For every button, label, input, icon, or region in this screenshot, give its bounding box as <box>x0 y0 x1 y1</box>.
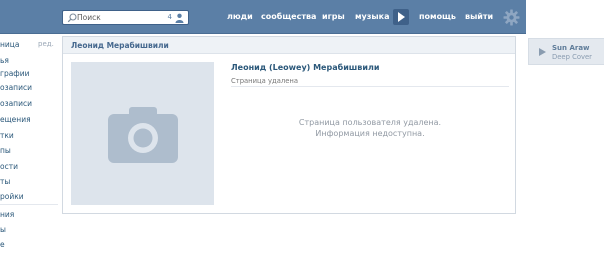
profile-photo-placeholder <box>71 62 214 205</box>
menu-edit-link[interactable]: ред. <box>38 40 54 48</box>
menu-item-audio[interactable]: озаписи <box>0 99 32 108</box>
card-header: Леонид Мерабишвили <box>63 37 515 54</box>
person-icon[interactable] <box>175 13 184 23</box>
nav-help[interactable]: помощь <box>419 12 456 21</box>
menu-divider <box>0 204 58 205</box>
nav-music[interactable]: музыка <box>355 12 389 21</box>
menu-item-settings[interactable]: ройки <box>0 192 24 201</box>
search-icon <box>67 13 77 23</box>
profile-divider <box>231 86 509 87</box>
profile-name: Леонид (Leowey) Мерабишвили <box>231 63 380 72</box>
menu-item-more[interactable]: е <box>0 240 5 249</box>
play-icon <box>398 12 405 22</box>
deleted-message-line-1: Страница пользователя удалена. <box>298 118 442 127</box>
nav-logout[interactable]: выйти <box>465 12 493 21</box>
friend-requests-count: 4 <box>167 13 172 21</box>
nav-games[interactable]: игры <box>322 12 345 21</box>
profile-card: Леонид Мерабишвили Леонид (Leowey) Мераб… <box>62 36 516 214</box>
menu-item-my-page[interactable]: ница <box>0 40 19 49</box>
camera-icon <box>108 107 178 163</box>
audio-artist: Sun Araw <box>552 44 590 52</box>
menu-item-groups[interactable]: пы <box>0 146 11 155</box>
profile-status: Страница удалена <box>231 77 299 85</box>
nav-people[interactable]: люди <box>227 12 253 21</box>
menu-item-messages[interactable]: ещения <box>0 115 31 124</box>
search-box[interactable]: Поиск 4 <box>62 10 189 25</box>
audio-player-widget[interactable]: Sun Araw Deep Cover <box>528 38 604 65</box>
deleted-message-line-2: Информация недоступна. <box>315 129 425 138</box>
music-play-button[interactable] <box>393 9 409 25</box>
top-header-bar: Поиск 4 люди сообщества игры музыка помо… <box>0 0 526 34</box>
menu-item-notes[interactable]: тки <box>0 131 14 140</box>
menu-item-news[interactable]: ья <box>0 56 9 65</box>
menu-item-games[interactable]: ы <box>0 225 6 234</box>
menu-item-applications[interactable]: ния <box>0 210 14 219</box>
nav-communities[interactable]: сообщества <box>261 12 316 21</box>
menu-item-videos[interactable]: озаписи <box>0 83 32 92</box>
menu-item-news-feed[interactable]: ости <box>0 162 18 171</box>
menu-item-bookmarks[interactable]: ты <box>0 177 10 186</box>
audio-track: Deep Cover <box>552 53 592 61</box>
deleted-page-message: Страница пользователя удалена. Информаци… <box>231 117 509 139</box>
play-icon[interactable] <box>539 48 546 56</box>
search-input[interactable]: Поиск <box>77 13 101 22</box>
card-header-title: Леонид Мерабишвили <box>71 41 169 50</box>
menu-item-photos[interactable]: графии <box>0 69 29 78</box>
gear-icon[interactable] <box>503 9 520 26</box>
